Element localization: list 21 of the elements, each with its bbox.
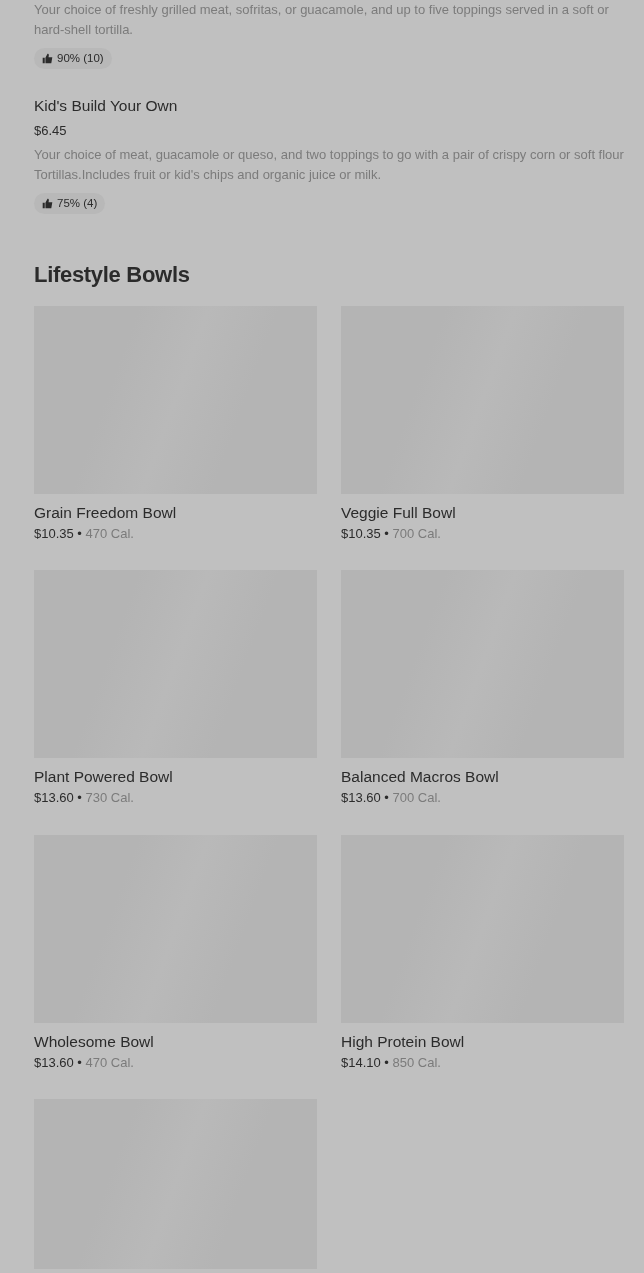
item-description: Your choice of meat, guacamole or queso, and two toppings to go with a pair of crispy corn or soft flour Tortillas.Includes fruit or kid's chips and organic juice or milk. <box>34 145 624 184</box>
item-title: Kid's Build Your Own <box>34 96 179 117</box>
item-title: Wholesome Bowl <box>34 1031 155 1052</box>
item-price: $6.45 <box>34 122 68 141</box>
item-title: Grain Freedom Bowl <box>34 502 178 523</box>
item-title: High Protein Bowl <box>341 1031 466 1052</box>
item-price-calories: $13.60 • 730 Cal. <box>34 789 135 808</box>
rating-badge: 75% (4) <box>34 192 106 214</box>
item-description: Your choice of freshly grilled meat, sofritas, or guacamole, and up to five toppings served in a soft or hard-shell tortilla. <box>34 1 610 39</box>
item-price-calories: $13.60 • 700 Cal. <box>341 789 442 808</box>
item-price-calories: $10.35 • 470 Cal. <box>34 524 135 543</box>
section-heading: Lifestyle Bowls <box>34 260 191 289</box>
item-title: Veggie Full Bowl <box>341 502 457 523</box>
item-price-calories: $10.35 • 700 Cal. <box>341 524 442 543</box>
item-price-calories: $13.60 • 470 Cal. <box>34 1053 135 1072</box>
item-title: Balanced Macros Bowl <box>341 767 500 788</box>
thumbs-up-icon <box>42 197 53 209</box>
item-title: Plant Powered Bowl <box>34 767 174 788</box>
rating-badge: 90% (10) <box>34 48 112 70</box>
item-price-calories: $14.10 • 850 Cal. <box>341 1053 442 1072</box>
thumbs-up-icon <box>42 53 53 65</box>
